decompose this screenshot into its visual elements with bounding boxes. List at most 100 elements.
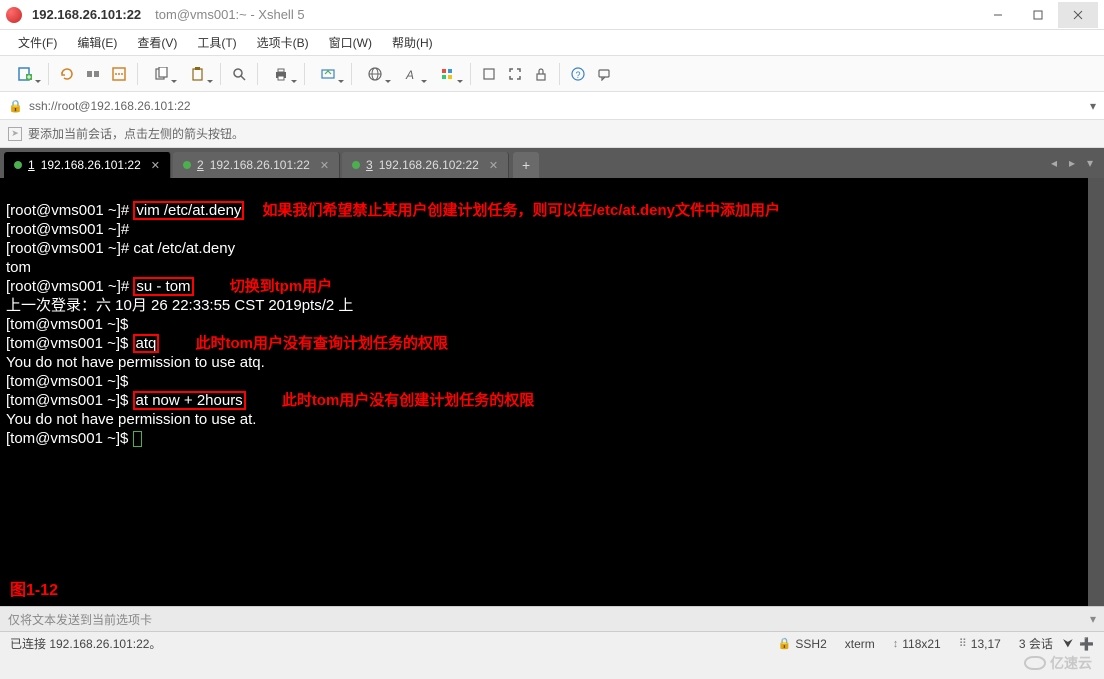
minimize-button[interactable] xyxy=(978,2,1018,28)
annotation-atq: 此时tom用户没有查询计划任务的权限 xyxy=(196,335,449,352)
tab-menu-icon[interactable]: ▾ xyxy=(1082,156,1098,170)
annotation-at: 此时tom用户没有创建计划任务的权限 xyxy=(282,392,535,409)
output: tom xyxy=(6,259,31,276)
cmd-atq: atq xyxy=(133,334,160,353)
terminal-scrollbar[interactable] xyxy=(1088,178,1104,606)
output: You do not have permission to use atq. xyxy=(6,354,265,371)
status-dot-icon xyxy=(14,161,22,169)
lock-icon: 🔒 xyxy=(778,637,792,650)
prompt: [root@vms001 ~]# xyxy=(6,221,133,238)
menu-window[interactable]: 窗口(W) xyxy=(321,32,380,53)
address-text: ssh://root@192.168.26.101:22 xyxy=(29,99,191,113)
prompt: [root@vms001 ~]# xyxy=(6,278,133,295)
maximize-button[interactable] xyxy=(1018,2,1058,28)
transfer-button[interactable] xyxy=(311,62,345,86)
cmd-su: su - tom xyxy=(133,277,193,296)
tab-label: 192.168.26.102:22 xyxy=(379,158,479,172)
output: 上一次登录：六 10月 26 22:33:55 CST 2019pts/2 上 xyxy=(6,297,353,314)
status-protocol: 🔒SSH2 xyxy=(778,637,827,651)
tab-label: 192.168.26.101:22 xyxy=(210,158,310,172)
tab-prev-icon[interactable]: ◂ xyxy=(1046,156,1062,170)
cmd-vim: vim /etc/at.deny xyxy=(133,201,244,220)
separator xyxy=(220,63,221,85)
menu-help[interactable]: 帮助(H) xyxy=(384,32,441,53)
close-button[interactable] xyxy=(1058,2,1098,28)
address-bar[interactable]: 🔒 ssh://root@192.168.26.101:22 ▾ xyxy=(0,92,1104,120)
tab-nav: ◂ ▸ ▾ xyxy=(1046,148,1104,178)
tab-number: 2 xyxy=(197,158,204,172)
prompt: [tom@vms001 ~]$ xyxy=(6,392,133,409)
address-dropdown-icon[interactable]: ▾ xyxy=(1090,99,1096,113)
title-bar: 192.168.26.101:22 tom@vms001:~ - Xshell … xyxy=(0,0,1104,30)
hint-text: 要添加当前会话，点击左侧的箭头按钮。 xyxy=(28,125,244,142)
feedback-button[interactable] xyxy=(592,62,616,86)
session-tab-2[interactable]: 2 192.168.26.101:22 ✕ xyxy=(173,152,340,178)
svg-text:A: A xyxy=(405,68,414,81)
cmd-cat: cat /etc/at.deny xyxy=(133,240,235,257)
hint-bar: ➤ 要添加当前会话，点击左侧的箭头按钮。 xyxy=(0,120,1104,148)
status-size: ↕118x21 xyxy=(893,637,941,651)
status-connection: 已连接 192.168.26.101:22。 xyxy=(10,635,161,652)
window-title-main: 192.168.26.101:22 xyxy=(32,7,141,22)
view1-button[interactable] xyxy=(477,62,501,86)
add-session-icon[interactable]: ➤ xyxy=(8,127,22,141)
send-dropdown-icon[interactable]: ▾ xyxy=(1090,612,1096,626)
find-button[interactable] xyxy=(227,62,251,86)
cursor xyxy=(133,431,142,447)
copy-button[interactable] xyxy=(144,62,178,86)
menu-file[interactable]: 文件(F) xyxy=(10,32,65,53)
session-tab-1[interactable]: 1 192.168.26.101:22 ✕ xyxy=(4,152,171,178)
status-term: xterm xyxy=(845,637,875,651)
app-icon xyxy=(6,7,22,23)
status-sessions: 3 会话⮟➕ xyxy=(1019,635,1094,652)
menu-view[interactable]: 查看(V) xyxy=(129,32,185,53)
print-button[interactable] xyxy=(264,62,298,86)
menu-tabs[interactable]: 选项卡(B) xyxy=(249,32,317,53)
tab-next-icon[interactable]: ▸ xyxy=(1064,156,1080,170)
tab-close-icon[interactable]: ✕ xyxy=(320,159,329,172)
help-button[interactable]: ? xyxy=(566,62,590,86)
send-bar-label: 仅将文本发送到当前选项卡 xyxy=(8,611,152,628)
status-position: ⠿13,17 xyxy=(959,637,1001,651)
tab-close-icon[interactable]: ✕ xyxy=(489,159,498,172)
prompt: [tom@vms001 ~]$ xyxy=(6,335,133,352)
tab-bar: 1 192.168.26.101:22 ✕ 2 192.168.26.101:2… xyxy=(0,148,1104,178)
paste-button[interactable] xyxy=(180,62,214,86)
color-button[interactable] xyxy=(430,62,464,86)
tab-label: 192.168.26.101:22 xyxy=(41,158,141,172)
prompt: [tom@vms001 ~]$ xyxy=(6,430,133,447)
annotation-su: 切换到tpm用户 xyxy=(230,278,333,295)
separator xyxy=(257,63,258,85)
tab-number: 1 xyxy=(28,158,35,172)
lock-icon: 🔒 xyxy=(8,99,23,113)
disconnect-button[interactable] xyxy=(81,62,105,86)
menu-edit[interactable]: 编辑(E) xyxy=(69,32,125,53)
fullscreen-button[interactable] xyxy=(503,62,527,86)
separator xyxy=(137,63,138,85)
reconnect-button[interactable] xyxy=(55,62,79,86)
scrollbar-thumb[interactable] xyxy=(1088,178,1104,606)
figure-label: 图1-12 xyxy=(10,581,58,600)
lock-button[interactable] xyxy=(529,62,553,86)
watermark-icon xyxy=(1024,656,1046,670)
tab-close-icon[interactable]: ✕ xyxy=(151,159,160,172)
add-tab-button[interactable]: + xyxy=(513,152,539,178)
prompt: [root@vms001 ~]# xyxy=(6,240,133,257)
font-button[interactable]: A xyxy=(394,62,428,86)
session-tab-3[interactable]: 3 192.168.26.102:22 ✕ xyxy=(342,152,509,178)
separator xyxy=(470,63,471,85)
menu-tools[interactable]: 工具(T) xyxy=(189,32,244,53)
terminal[interactable]: [root@vms001 ~]# vim /etc/at.deny 如果我们希望… xyxy=(0,178,1104,606)
status-bar: 已连接 192.168.26.101:22。 🔒SSH2 xterm ↕118x… xyxy=(0,632,1104,655)
new-session-button[interactable] xyxy=(8,62,42,86)
watermark-text: 亿速云 xyxy=(1050,653,1092,673)
encoding-button[interactable] xyxy=(358,62,392,86)
annotation-vim: 如果我们希望禁止某用户创建计划任务，则可以在/etc/at.deny文件中添加用… xyxy=(262,202,780,219)
separator xyxy=(48,63,49,85)
prompt: [root@vms001 ~]# xyxy=(6,202,133,219)
properties-button[interactable] xyxy=(107,62,131,86)
size-icon: ↕ xyxy=(893,638,899,650)
watermark: 亿速云 xyxy=(1024,653,1092,673)
toolbar: A ? xyxy=(0,56,1104,92)
send-bar[interactable]: 仅将文本发送到当前选项卡 ▾ xyxy=(0,606,1104,632)
